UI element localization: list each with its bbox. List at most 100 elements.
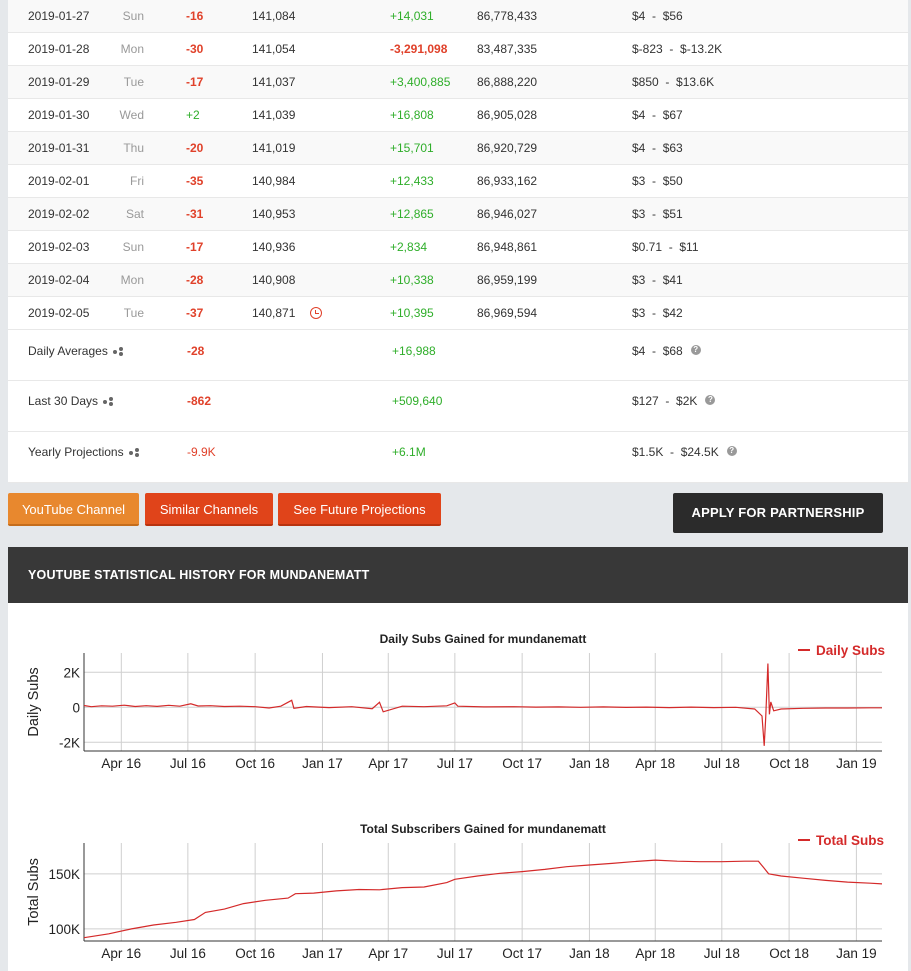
row-subs-total: 140,984 <box>252 174 296 188</box>
row-views-change: +15,701 <box>390 141 434 155</box>
table-row: 2019-01-30 Wed +2 141,039 +16,808 86,905… <box>8 99 908 132</box>
row-views-total: 86,920,729 <box>477 141 538 155</box>
y-tick-label: 100K <box>48 922 80 937</box>
row-earnings: $4 - $67 <box>632 108 683 122</box>
row-date: 2019-01-30 <box>28 108 90 122</box>
youtube-channel-button[interactable]: YouTube Channel <box>8 493 139 526</box>
row-weekday: Tue <box>123 75 144 89</box>
x-tick-label: Jul 18 <box>704 756 740 771</box>
table-row: 2019-01-28 Mon -30 141,054 -3,291,098 83… <box>8 33 908 66</box>
row-date: 2019-01-28 <box>28 42 90 56</box>
share-icon[interactable] <box>112 347 123 357</box>
row-views-change: -3,291,098 <box>390 42 448 56</box>
row-earnings: $3 - $42 <box>632 306 683 320</box>
row-weekday: Sun <box>122 240 144 254</box>
summary-earnings: $127 - $2K? <box>632 391 716 411</box>
x-tick-label: Jul 17 <box>437 946 473 961</box>
row-subs-change: +2 <box>186 108 200 122</box>
x-tick-label: Jul 17 <box>437 756 473 771</box>
history-header: YOUTUBE STATISTICAL HISTORY FOR MUNDANEM… <box>8 547 908 603</box>
row-subs-change: -17 <box>186 75 204 89</box>
help-icon[interactable]: ? <box>705 395 716 405</box>
x-tick-label: Jan 17 <box>302 946 343 961</box>
summary-yearly-projections: Yearly Projections -9.9K +6.1M $1.5K - $… <box>8 432 908 483</box>
daily-stats-table: 2019-01-27 Sun -16 141,084 +14,031 86,77… <box>8 0 908 483</box>
summary-earnings: $1.5K - $24.5K? <box>632 442 737 462</box>
row-subs-total: 141,019 <box>252 141 296 155</box>
row-date: 2019-01-27 <box>28 9 90 23</box>
row-views-change: +12,433 <box>390 174 434 188</box>
table-row: 2019-02-03 Sun -17 140,936 +2,834 86,948… <box>8 231 908 264</box>
table-row: 2019-02-01 Fri -35 140,984 +12,433 86,93… <box>8 165 908 198</box>
row-weekday: Fri <box>130 174 144 188</box>
row-date: 2019-02-01 <box>28 174 90 188</box>
row-subs-total: 141,037 <box>252 75 296 89</box>
see-future-projections-button[interactable]: See Future Projections <box>278 493 441 526</box>
table-row: 2019-02-04 Mon -28 140,908 +10,338 86,95… <box>8 264 908 297</box>
y-tick-label: 0 <box>72 700 80 715</box>
row-weekday: Wed <box>119 108 144 122</box>
table-row: 2019-01-31 Thu -20 141,019 +15,701 86,92… <box>8 132 908 165</box>
row-earnings: $4 - $63 <box>632 141 683 155</box>
row-views-change: +10,338 <box>390 273 434 287</box>
clock-icon[interactable] <box>310 307 322 319</box>
row-earnings: $3 - $50 <box>632 174 683 188</box>
summary-earnings: $4 - $68? <box>632 341 701 361</box>
legend-label: Total Subs <box>816 833 884 848</box>
table-row: 2019-02-02 Sat -31 140,953 +12,865 86,94… <box>8 198 908 231</box>
y-tick-label: 2K <box>63 665 80 680</box>
share-icon[interactable] <box>128 448 139 458</box>
row-subs-total: 141,039 <box>252 108 296 122</box>
row-earnings: $3 - $51 <box>632 207 683 221</box>
row-subs-change: -37 <box>186 306 204 320</box>
apply-for-partnership-button[interactable]: APPLY FOR PARTNERSHIP <box>673 493 883 533</box>
row-views-total: 86,888,220 <box>477 75 538 89</box>
row-date: 2019-01-29 <box>28 75 90 89</box>
statistical-history-panel: YOUTUBE STATISTICAL HISTORY FOR MUNDANEM… <box>8 547 908 971</box>
summary-label: Daily Averages <box>28 341 123 361</box>
row-date: 2019-02-05 <box>28 306 90 320</box>
row-views-total: 86,933,162 <box>477 174 538 188</box>
row-earnings: $0.71 - $11 <box>632 240 699 254</box>
series-line <box>83 859 883 939</box>
daily-subs-chart: Daily Subs Gained for mundanematt Apr 16 J… <box>26 632 885 771</box>
x-tick-label: Oct 17 <box>502 756 542 771</box>
row-views-total: 86,948,861 <box>477 240 538 254</box>
row-date: 2019-02-02 <box>28 207 90 221</box>
share-icon[interactable] <box>103 397 114 407</box>
x-tick-label: Jan 18 <box>569 946 610 961</box>
row-earnings: $4 - $56 <box>632 9 683 23</box>
summary-label: Last 30 Days <box>28 391 114 411</box>
legend-label: Daily Subs <box>816 643 885 658</box>
x-tick-label: Apr 17 <box>368 756 408 771</box>
help-icon[interactable]: ? <box>690 345 701 355</box>
row-subs-total: 140,908 <box>252 273 296 287</box>
row-views-change: +16,808 <box>390 108 434 122</box>
summary-views-change: +509,640 <box>392 394 443 408</box>
x-tick-label: Jul 18 <box>704 946 740 961</box>
row-subs-change: -35 <box>186 174 204 188</box>
x-tick-label: Jan 19 <box>836 756 877 771</box>
x-tick-label: Jan 18 <box>569 756 610 771</box>
row-date: 2019-02-03 <box>28 240 90 254</box>
summary-subs-change: -862 <box>187 394 212 408</box>
row-views-total: 86,946,027 <box>477 207 538 221</box>
row-weekday: Mon <box>120 42 144 56</box>
help-icon[interactable]: ? <box>726 446 737 456</box>
x-tick-label: Jul 16 <box>170 946 206 961</box>
x-tick-label: Oct 16 <box>235 946 275 961</box>
similar-channels-button[interactable]: Similar Channels <box>145 493 273 526</box>
x-tick-label: Apr 16 <box>101 946 141 961</box>
row-date: 2019-01-31 <box>28 141 90 155</box>
y-tick-label: -2K <box>59 735 80 750</box>
row-subs-change: -16 <box>186 9 204 23</box>
table-row: 2019-02-05 Tue -37 140,871 +10,395 86,96… <box>8 297 908 330</box>
summary-views-change: +16,988 <box>392 344 436 358</box>
summary-label: Yearly Projections <box>28 442 139 462</box>
row-views-change: +10,395 <box>390 306 434 320</box>
row-subs-change: -17 <box>186 240 204 254</box>
summary-views-change: +6.1M <box>392 445 426 459</box>
row-weekday: Tue <box>123 306 144 320</box>
row-views-change: +12,865 <box>390 207 434 221</box>
row-subs-change: -30 <box>186 42 204 56</box>
